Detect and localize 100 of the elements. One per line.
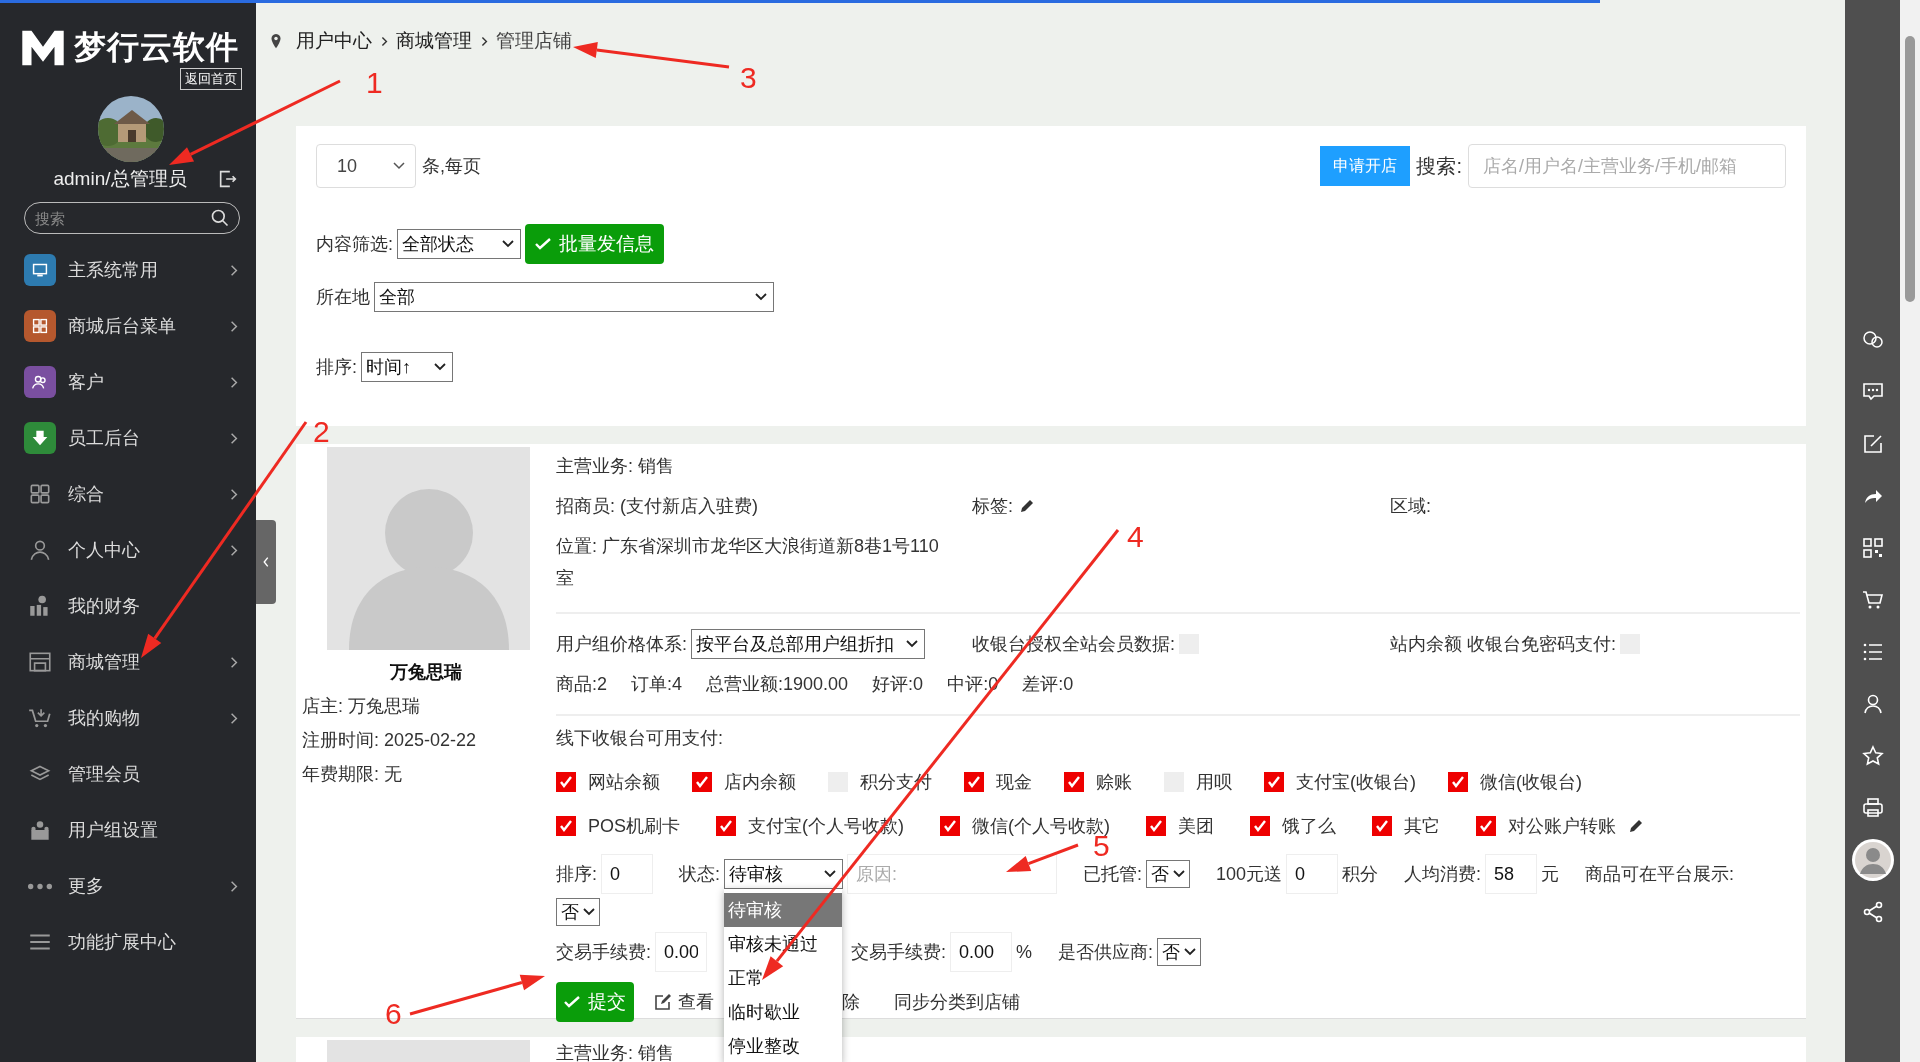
edit-icon[interactable] [654, 993, 672, 1011]
content-filter-select[interactable]: 全部状态 [397, 229, 521, 259]
sidebar-item[interactable]: 综合 [6, 466, 256, 522]
dropdown-option[interactable]: 停业整改 [724, 1029, 843, 1062]
print-icon[interactable] [1860, 796, 1885, 820]
checkbox[interactable] [1264, 772, 1284, 792]
sidebar-item[interactable]: 主系统常用 [6, 242, 256, 298]
payment-label: 美团 [1178, 815, 1214, 838]
checkbox[interactable] [1476, 816, 1496, 836]
shop-name: 万兔思瑞 [389, 661, 463, 684]
hosted-select[interactable]: 否 [1146, 860, 1191, 888]
caret-icon [393, 162, 405, 170]
bulk-message-button[interactable]: 批量发信息 [525, 224, 664, 264]
hosted-label: 已托管: [1083, 863, 1143, 886]
checkbox[interactable] [1146, 816, 1166, 836]
annotation-number: 2 [313, 417, 330, 447]
platform-display-select[interactable]: 否 [556, 898, 600, 926]
sidebar-item[interactable]: 我的购物 [6, 690, 256, 746]
sidebar-item[interactable]: 员工后台 [6, 410, 256, 466]
location-label: 所在地 [316, 286, 370, 309]
checkbox[interactable] [1064, 772, 1084, 792]
dropdown-option[interactable]: 待审核 [724, 893, 843, 927]
dropdown-option[interactable]: 临时歇业 [724, 995, 843, 1029]
search-label: 搜索: [1416, 153, 1462, 179]
breadcrumb-link[interactable]: 管理店铺 [496, 28, 572, 54]
business-text: 主营业务: 销售 [556, 455, 675, 478]
annotation-number: 6 [385, 999, 402, 1029]
sync-category-link[interactable]: 同步分类到店铺 [894, 990, 1020, 1014]
checkbox[interactable] [692, 772, 712, 792]
price-system-select[interactable]: 按平台及总部用户组折扣 [691, 629, 925, 659]
registration-date: 注册时间: 2025-02-22 [302, 729, 478, 752]
stat-text: 好评:0 [872, 673, 924, 696]
payments-title: 线下收银台可用支付: [556, 727, 724, 750]
chevron-left-icon [261, 555, 271, 569]
checkbox[interactable] [1250, 816, 1270, 836]
dropdown-option[interactable]: 正常 [724, 961, 843, 995]
collapse-handle[interactable] [256, 520, 276, 604]
pencil-icon[interactable] [1019, 498, 1035, 514]
search-icon[interactable] [210, 208, 230, 228]
search-field[interactable]: 店名/用户名/主营业务/手机/邮箱 [1468, 144, 1786, 188]
currency-unit: 元 [1541, 863, 1560, 886]
fee-input[interactable]: 0.00 [950, 932, 1013, 972]
checkbox[interactable] [716, 816, 736, 836]
business-text: 主营业务: 销售 [556, 1043, 674, 1062]
submit-button[interactable]: 提交 [556, 982, 634, 1022]
view-link[interactable]: 查看 [678, 990, 714, 1014]
sidebar-item[interactable]: 商城后台菜单 [6, 298, 256, 354]
pencil-icon[interactable] [1628, 818, 1644, 834]
page-size-select[interactable]: 10 [316, 144, 416, 188]
payment-label: 其它 [1404, 815, 1440, 838]
breadcrumb-link[interactable]: 用户中心 [296, 28, 372, 54]
sidebar-item[interactable]: 客户 [6, 354, 256, 410]
platform-display-label: 商品可在平台展示: [1585, 863, 1735, 886]
star-icon[interactable] [1860, 744, 1885, 768]
avg-spend-input[interactable]: 58 [1485, 854, 1538, 894]
caret-icon [906, 640, 918, 648]
sidebar-item[interactable]: 商城管理 [6, 634, 256, 690]
reason-field[interactable]: 原因: [847, 854, 1058, 894]
qr-code-icon[interactable] [1860, 536, 1885, 560]
price-system-label: 用户组价格体系: [556, 633, 687, 656]
checkbox[interactable] [1372, 816, 1392, 836]
fee-label: 交易手续费: [851, 941, 947, 964]
tag-label: 标签: [972, 495, 1013, 518]
fee-input[interactable]: 0.00 [655, 932, 707, 972]
sidebar-item[interactable]: 更多 [6, 858, 256, 914]
checkbox[interactable] [940, 816, 960, 836]
supplier-select[interactable]: 否 [1157, 938, 1202, 966]
stat-text: 商品:2 [556, 673, 607, 696]
status-select[interactable]: 待审核 [724, 859, 844, 889]
caret-icon [755, 293, 767, 301]
fee-label: 交易手续费: [556, 941, 651, 964]
breadcrumb-link[interactable]: 商城管理 [396, 28, 472, 54]
gift-points-input[interactable]: 0 [1286, 854, 1339, 894]
sidebar-item[interactable]: 功能扩展中心 [6, 914, 256, 970]
payment-label: 支付宝(收银台) [1296, 771, 1416, 794]
check-icon [535, 238, 551, 250]
checkbox[interactable] [964, 772, 984, 792]
payment-label: 用呗 [1196, 771, 1232, 794]
home-link[interactable]: 返回首页 [180, 68, 242, 90]
filter-label: 内容筛选: [316, 233, 393, 256]
sidebar-item[interactable]: 管理会员 [6, 746, 256, 802]
payment-label: 店内余额 [724, 771, 796, 794]
fee-expiry-text: 年费期限: 无 [302, 763, 403, 786]
logo-icon [20, 28, 66, 68]
search-field[interactable]: 搜索 [24, 202, 240, 234]
location-select[interactable]: 全部 [374, 282, 774, 312]
checkbox[interactable] [556, 772, 576, 792]
gift-label: 100元送 [1216, 863, 1283, 886]
checkbox[interactable] [556, 816, 576, 836]
sidebar-item[interactable]: 个人中心 [6, 522, 256, 578]
scrollbar[interactable] [1900, 0, 1920, 1062]
sidebar-item[interactable]: 用户组设置 [6, 802, 256, 858]
sidebar-item[interactable]: 我的财务 [6, 578, 256, 634]
sort-input[interactable]: 0 [601, 854, 653, 894]
avatar-icon[interactable] [1850, 838, 1895, 882]
delete-link[interactable]: 除 [842, 990, 860, 1014]
sort-select[interactable]: 时间↑ [361, 352, 453, 382]
logo-text: 梦行云软件 [74, 28, 239, 67]
annotation-number: 1 [366, 68, 383, 98]
checkbox[interactable] [1448, 772, 1468, 792]
